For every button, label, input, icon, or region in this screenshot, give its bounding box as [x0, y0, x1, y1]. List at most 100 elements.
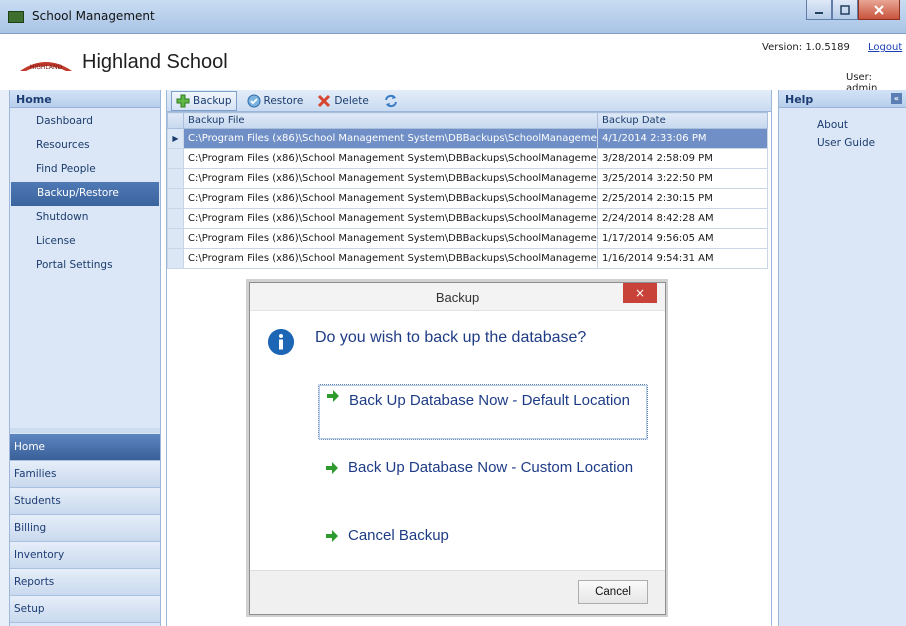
- sidebar-item-backup-restore[interactable]: Backup/Restore: [11, 182, 159, 206]
- section-billing[interactable]: Billing: [10, 515, 160, 542]
- sidebar-item-find-people[interactable]: Find People: [10, 158, 160, 182]
- table-row[interactable]: C:\Program Files (x86)\School Management…: [167, 228, 768, 249]
- window-title: School Management: [32, 9, 155, 23]
- sidebar-title: Home: [10, 90, 160, 108]
- logout-link[interactable]: Logout: [868, 42, 902, 53]
- backup-file-cell[interactable]: C:\Program Files (x86)\School Management…: [183, 128, 598, 149]
- version-label: Version: 1.0.5189: [762, 42, 850, 53]
- backup-date-cell[interactable]: 4/1/2014 2:33:06 PM: [597, 128, 768, 149]
- column-header-backup-date[interactable]: Backup Date: [597, 112, 768, 129]
- backup-custom-label: Back Up Database Now - Custom Location: [348, 459, 634, 476]
- window-titlebar: School Management: [0, 0, 906, 34]
- dialog-question: Do you wish to back up the database?: [315, 329, 587, 346]
- backup-table: Backup File Backup Date ▶ C:\Program Fil…: [167, 112, 768, 269]
- cancel-button[interactable]: Cancel: [578, 580, 648, 604]
- row-selector[interactable]: [167, 248, 184, 269]
- backup-date-cell[interactable]: 1/16/2014 9:54:31 AM: [597, 248, 768, 269]
- collapse-icon[interactable]: «: [891, 93, 902, 104]
- sidebar-item-license[interactable]: License: [10, 230, 160, 254]
- help-link-about[interactable]: About: [779, 116, 906, 134]
- green-arrow-icon: [327, 390, 339, 402]
- dialog-titlebar: Backup ×: [250, 283, 665, 311]
- help-link-user-guide[interactable]: User Guide: [779, 134, 906, 152]
- refresh-icon: [384, 94, 397, 107]
- dialog-title: Backup: [435, 290, 480, 305]
- backup-dialog: Backup × Do you wish to back up the data…: [249, 282, 666, 615]
- backup-date-cell[interactable]: 1/17/2014 9:56:05 AM: [597, 228, 768, 249]
- backup-button-label: Backup: [193, 94, 232, 107]
- dialog-close-button[interactable]: ×: [623, 283, 657, 303]
- left-edge: [0, 90, 9, 626]
- cancel-backup-label: Cancel Backup: [348, 527, 449, 544]
- table-row[interactable]: ▶ C:\Program Files (x86)\School Manageme…: [167, 128, 768, 149]
- help-title: Help: [785, 93, 814, 106]
- row-selector[interactable]: [167, 148, 184, 169]
- help-panel: Help « About User Guide: [778, 90, 906, 626]
- app-header: HIGHLAND Highland School Version: 1.0.51…: [0, 34, 906, 94]
- delete-button[interactable]: Delete: [313, 91, 373, 111]
- svg-text:HIGHLAND: HIGHLAND: [30, 64, 63, 71]
- backup-date-cell[interactable]: 2/24/2014 8:42:28 AM: [597, 208, 768, 229]
- sidebar-splitter[interactable]: [10, 428, 160, 433]
- row-selector[interactable]: [167, 188, 184, 209]
- maximize-button[interactable]: [832, 0, 858, 20]
- backup-file-cell[interactable]: C:\Program Files (x86)\School Management…: [183, 228, 598, 249]
- backup-button[interactable]: Backup: [171, 90, 237, 111]
- cancel-backup-option[interactable]: Cancel Backup: [318, 525, 648, 549]
- section-reports[interactable]: Reports: [10, 569, 160, 596]
- green-arrow-icon: [326, 530, 338, 542]
- toolbar: Backup Restore Delete: [167, 90, 771, 112]
- school-logo: HIGHLAND: [20, 62, 72, 71]
- row-selector-header: [167, 112, 184, 129]
- backup-file-cell[interactable]: C:\Program Files (x86)\School Management…: [183, 188, 598, 209]
- backup-date-cell[interactable]: 2/25/2014 2:30:15 PM: [597, 188, 768, 209]
- row-selector[interactable]: [167, 208, 184, 229]
- section-home[interactable]: Home: [10, 434, 160, 461]
- school-name: Highland School: [82, 51, 228, 73]
- dialog-footer: Cancel: [250, 570, 665, 614]
- backup-file-cell[interactable]: C:\Program Files (x86)\School Management…: [183, 148, 598, 169]
- row-selector[interactable]: [167, 228, 184, 249]
- backup-date-cell[interactable]: 3/25/2014 3:22:50 PM: [597, 168, 768, 189]
- backup-default-label: Back Up Database Now - Default Location: [349, 392, 630, 409]
- refresh-button[interactable]: [379, 91, 406, 111]
- help-panel-header: Help «: [779, 90, 906, 108]
- column-header-backup-file[interactable]: Backup File: [183, 112, 598, 129]
- maximize-icon: [840, 4, 850, 15]
- sidebar-item-dashboard[interactable]: Dashboard: [10, 110, 160, 134]
- backup-date-cell[interactable]: 3/28/2014 2:58:09 PM: [597, 148, 768, 169]
- minimize-button[interactable]: [806, 0, 832, 20]
- backup-file-cell[interactable]: C:\Program Files (x86)\School Management…: [183, 248, 598, 269]
- info-icon: [268, 329, 294, 355]
- add-icon: [176, 94, 190, 107]
- close-button[interactable]: [858, 0, 900, 20]
- restore-button-label: Restore: [263, 94, 304, 107]
- section-setup[interactable]: Setup: [10, 596, 160, 623]
- row-selector[interactable]: [167, 168, 184, 189]
- table-row[interactable]: C:\Program Files (x86)\School Management…: [167, 248, 768, 269]
- row-indicator-icon: ▶: [167, 128, 184, 149]
- backup-custom-option[interactable]: Back Up Database Now - Custom Location: [318, 457, 648, 507]
- sidebar-item-shutdown[interactable]: Shutdown: [10, 206, 160, 230]
- minimize-icon: [815, 11, 823, 14]
- backup-file-cell[interactable]: C:\Program Files (x86)\School Management…: [183, 168, 598, 189]
- delete-button-label: Delete: [334, 94, 369, 107]
- section-students[interactable]: Students: [10, 488, 160, 515]
- check-circle-icon: [247, 94, 260, 107]
- table-row[interactable]: C:\Program Files (x86)\School Management…: [167, 148, 768, 169]
- app-icon: [8, 11, 24, 23]
- green-arrow-icon: [326, 462, 338, 474]
- restore-button[interactable]: Restore: [243, 91, 308, 111]
- backup-file-cell[interactable]: C:\Program Files (x86)\School Management…: [183, 208, 598, 229]
- close-icon: [874, 4, 884, 15]
- table-row[interactable]: C:\Program Files (x86)\School Management…: [167, 188, 768, 209]
- table-row[interactable]: C:\Program Files (x86)\School Management…: [167, 208, 768, 229]
- table-row[interactable]: C:\Program Files (x86)\School Management…: [167, 168, 768, 189]
- sidebar: Home Dashboard Resources Find People Bac…: [9, 90, 161, 626]
- sidebar-item-resources[interactable]: Resources: [10, 134, 160, 158]
- section-inventory[interactable]: Inventory: [10, 542, 160, 569]
- section-families[interactable]: Families: [10, 461, 160, 488]
- sidebar-item-portal-settings[interactable]: Portal Settings: [10, 254, 160, 278]
- delete-x-icon: [318, 94, 331, 107]
- backup-default-option[interactable]: Back Up Database Now - Default Location: [318, 384, 648, 440]
